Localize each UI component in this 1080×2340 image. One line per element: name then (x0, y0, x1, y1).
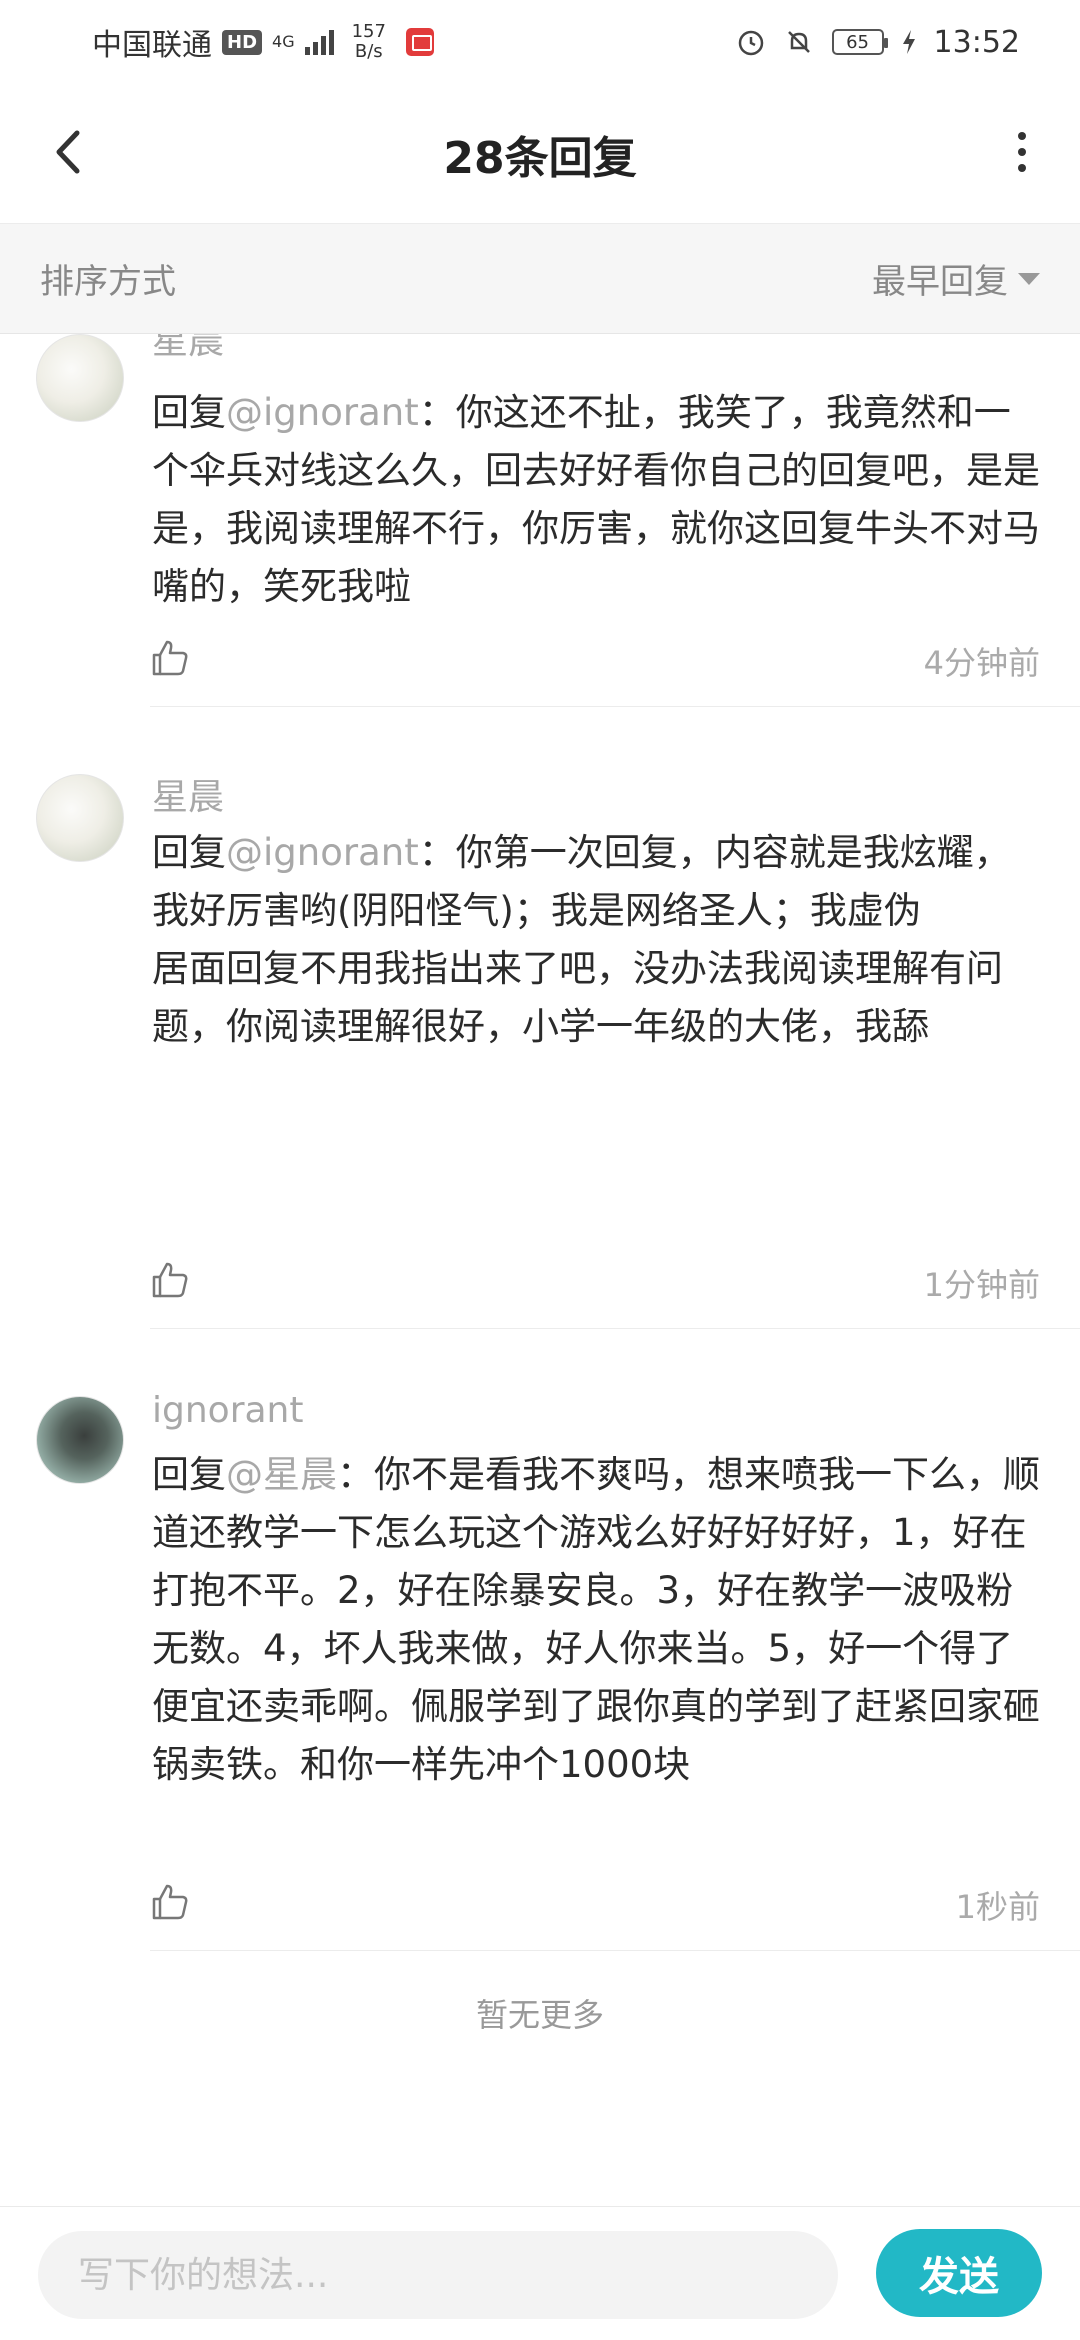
divider (150, 1328, 1080, 1329)
mention-link[interactable]: @ignorant (226, 391, 419, 434)
notification-app-icon (405, 28, 434, 56)
alarm-icon (738, 30, 763, 56)
network-type: 4G (272, 34, 295, 50)
charging-icon (902, 30, 915, 54)
carrier-name: 中国联通 (92, 28, 212, 63)
thumbs-up-icon[interactable] (150, 638, 190, 678)
battery-icon: 65 (831, 29, 888, 55)
sort-label: 排序方式 (40, 262, 176, 302)
divider (150, 1950, 1080, 1951)
reply-input[interactable] (38, 2231, 838, 2319)
no-more-label: 暂无更多 (475, 1996, 604, 2034)
comment-time: 4分钟前 (923, 644, 1040, 682)
avatar[interactable] (36, 1396, 124, 1484)
network-speed: 157 B/s (352, 22, 386, 62)
comment-time: 1秒前 (955, 1888, 1040, 1926)
comment-text: 回复@ignorant：你第一次回复，内容就是我炫耀，我好厉害哟(阴阳怪气)；我… (152, 824, 1042, 1056)
chevron-left-icon (56, 130, 80, 174)
reply-prefix: 回复 (152, 831, 226, 874)
more-dot (1018, 148, 1026, 156)
comment-text: 回复@ignorant：你这还不扯，我笑了，我竟然和一个伞兵对线这么久，回去好好… (152, 384, 1042, 616)
comment-username[interactable]: ignorant (152, 1390, 304, 1431)
reply-bar: 发送 (0, 2206, 1080, 2340)
reply-prefix: 回复 (152, 391, 226, 434)
battery-level: 65 (846, 31, 869, 53)
signal-icon (304, 29, 334, 55)
status-right: 65 13:52 (736, 25, 1020, 60)
thumbs-up-icon[interactable] (150, 1882, 190, 1922)
speed-unit: B/s (354, 41, 383, 62)
sort-selected-value: 最早回复 (872, 262, 1008, 302)
comment-text: 回复@星晨：你不是看我不爽吗，想来喷我一下么，顺道还教学一下怎么玩这个游戏么好好… (152, 1446, 1042, 1794)
hd-badge: HD (222, 29, 263, 55)
reply-prefix: 回复 (152, 1453, 226, 1496)
back-button[interactable] (36, 120, 100, 184)
sort-bar: 排序方式 最早回复 (0, 224, 1080, 334)
status-left: 中国联通 HD 4G 157 B/s (92, 20, 434, 64)
network-type-label: 4G (272, 32, 295, 51)
caret-down-icon (1018, 272, 1040, 285)
mention-link[interactable]: @星晨 (226, 1453, 337, 1496)
avatar[interactable] (36, 334, 124, 422)
thumbs-up-icon[interactable] (150, 1260, 190, 1300)
more-options-button[interactable] (990, 120, 1054, 184)
comment-username[interactable]: 星晨 (152, 768, 224, 820)
page-title: 28条回复 (443, 132, 637, 184)
speed-value: 157 (351, 21, 386, 42)
comment-time: 1分钟前 (923, 1266, 1040, 1304)
comment-username[interactable]: 星晨 (152, 334, 224, 364)
more-dot (1018, 164, 1026, 172)
comment-body: ：你不是看我不爽吗，想来喷我一下么，顺道还教学一下怎么玩这个游戏么好好好好好，1… (152, 1453, 1040, 1786)
header: 28条回复 (0, 84, 1080, 224)
more-vertical-icon (1018, 132, 1026, 140)
divider (150, 706, 1080, 707)
status-bar: 中国联通 HD 4G 157 B/s 65 13:52 (0, 0, 1080, 84)
comment-list[interactable]: 星晨 回复@ignorant：你这还不扯，我笑了，我竟然和一个伞兵对线这么久，回… (0, 334, 1080, 2214)
mute-bell-icon (787, 31, 810, 53)
mention-link[interactable]: @ignorant (226, 831, 419, 874)
send-button[interactable]: 发送 (876, 2229, 1042, 2317)
avatar[interactable] (36, 774, 124, 862)
sort-dropdown[interactable]: 最早回复 (872, 254, 1040, 303)
clock: 13:52 (933, 24, 1020, 60)
